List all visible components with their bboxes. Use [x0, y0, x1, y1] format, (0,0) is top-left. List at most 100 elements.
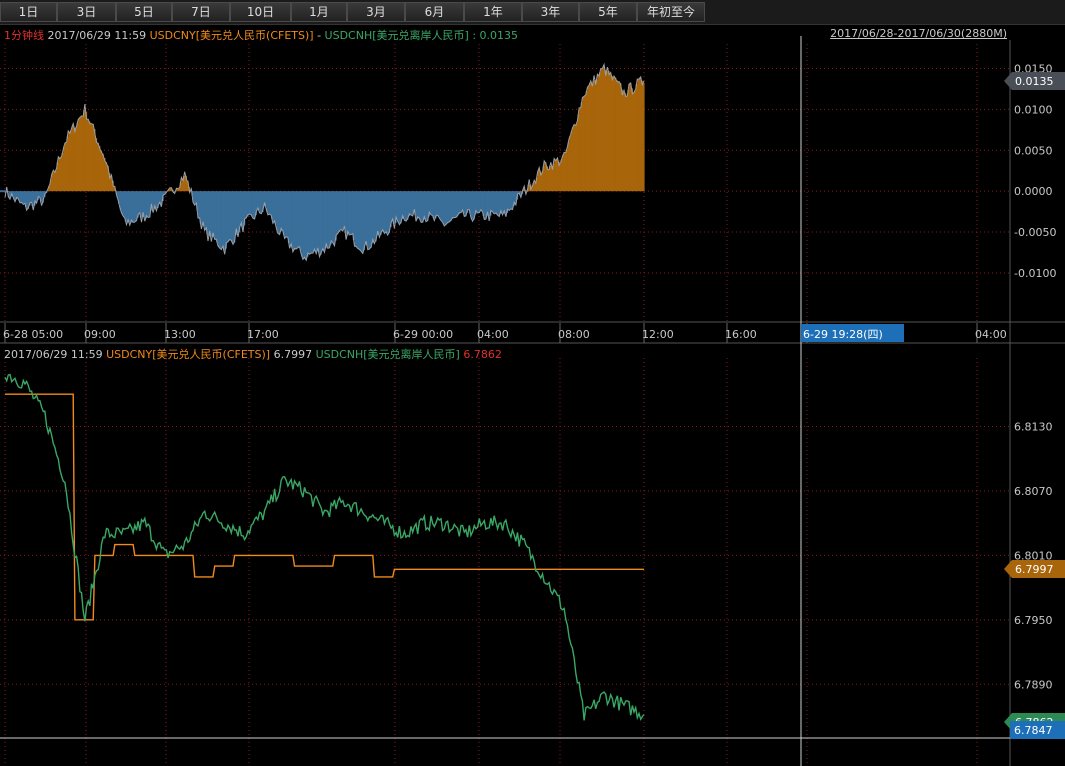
spread-bar-367 — [615, 80, 618, 192]
spread-bar-234 — [394, 191, 397, 223]
range-tab-5[interactable]: 1月 — [291, 2, 347, 22]
spread-bar-61 — [106, 165, 109, 192]
bottom-y-tick-2: 6.8010 — [1014, 549, 1053, 562]
spread-bar-303 — [509, 191, 512, 210]
range-tab-8[interactable]: 1年 — [464, 2, 522, 22]
spread-bar-154 — [261, 191, 264, 212]
spread-bar-46 — [81, 116, 84, 192]
spread-bar-158 — [267, 191, 271, 215]
spread-bar-19 — [36, 191, 39, 200]
spread-bar-24 — [44, 191, 48, 193]
bottom-y-tick-0: 6.8130 — [1014, 420, 1053, 433]
spread-bar-230 — [387, 191, 390, 234]
spread-bar-382 — [640, 80, 643, 192]
top-y-tick-2: 0.0050 — [1014, 144, 1053, 157]
spread-bar-182 — [307, 191, 311, 254]
spread-bar-255 — [429, 191, 432, 214]
spread-bar-278 — [467, 191, 470, 210]
spread-bar-36 — [64, 142, 68, 192]
spread-bar-242 — [407, 191, 410, 217]
spread-bar-312 — [524, 190, 527, 192]
spread-bar-332 — [557, 161, 560, 192]
spread-bar-7 — [16, 191, 19, 199]
spread-bar-125 — [213, 191, 216, 237]
spread-bar-118 — [201, 191, 204, 226]
time-tick-label-10: 04:00 — [975, 328, 1007, 341]
spread-bar-55 — [96, 142, 99, 192]
spread-bar-211 — [356, 191, 359, 248]
time-tick-label-0: 6-28 05:00 — [3, 328, 63, 341]
spread-bar-157 — [266, 191, 269, 213]
range-tab-10[interactable]: 5年 — [579, 2, 637, 22]
spread-bar-5 — [13, 191, 16, 200]
spread-bar-139 — [236, 191, 239, 233]
spread-bar-220 — [371, 191, 374, 244]
range-tab-2[interactable]: 5日 — [116, 2, 172, 22]
spread-bar-16 — [31, 191, 34, 207]
date-range-label[interactable]: 2017/06/28-2017/06/30(2880M) — [830, 27, 1007, 40]
spread-bar-307 — [515, 191, 519, 200]
spread-bar-79 — [136, 191, 139, 218]
spread-last-tag: 0.0135 — [1004, 72, 1065, 90]
spread-bar-346 — [580, 102, 584, 192]
range-tab-11[interactable]: 年初至今 — [637, 2, 705, 22]
spread-bar-191 — [322, 191, 326, 251]
range-tab-9[interactable]: 3年 — [522, 2, 579, 22]
spread-bar-88 — [151, 191, 154, 209]
spread-bar-198 — [334, 191, 337, 241]
spread-bar-38 — [68, 132, 71, 192]
spread-bar-365 — [612, 77, 615, 192]
spread-bar-128 — [218, 191, 221, 247]
range-tab-3[interactable]: 7日 — [172, 2, 230, 22]
range-tab-4[interactable]: 10日 — [230, 2, 291, 22]
spread-bar-378 — [634, 90, 637, 192]
range-tab-7[interactable]: 6月 — [405, 2, 464, 22]
spread-bar-372 — [624, 93, 627, 192]
time-tick-label-5: 04:00 — [477, 328, 509, 341]
spread-bar-270 — [454, 191, 457, 218]
spread-bar-233 — [392, 191, 395, 224]
range-tab-1[interactable]: 3日 — [57, 2, 116, 22]
spread-bar-67 — [116, 191, 119, 198]
spread-bar-124 — [211, 191, 214, 238]
spread-last-tag-text: 0.0135 — [1015, 75, 1054, 88]
bottom-y-tick-1: 6.8070 — [1014, 485, 1053, 498]
spread-bar-64 — [111, 180, 114, 192]
spread-line — [4, 62, 645, 262]
spread-bar-101 — [173, 191, 176, 193]
spread-bar-246 — [414, 191, 417, 216]
range-tab-6[interactable]: 3月 — [347, 2, 405, 22]
spread-bar-383 — [642, 82, 645, 192]
spread-bar-252 — [424, 191, 427, 220]
spread-bar-31 — [56, 162, 59, 192]
spread-bar-202 — [341, 191, 344, 231]
price-chart[interactable]: 6-28 05:00 09:00 13:00 17:00 6-29 00:00 04:00… — [0, 0, 1065, 766]
spread-bar-13 — [26, 191, 29, 210]
spread-bar-141 — [239, 191, 242, 226]
spread-bar-287 — [482, 191, 485, 216]
spread-bar-66 — [114, 190, 118, 192]
spread-bar-280 — [470, 191, 474, 220]
spread-bar-183 — [309, 191, 312, 254]
spread-bar-325 — [545, 166, 549, 192]
spread-bar-122 — [208, 191, 211, 236]
spread-bar-155 — [262, 191, 266, 207]
spread-bar-262 — [440, 191, 444, 222]
spread-bar-167 — [282, 191, 286, 235]
spread-bar-308 — [517, 191, 520, 194]
spread-bar-188 — [317, 191, 321, 253]
range-tab-0[interactable]: 1日 — [0, 2, 57, 22]
spread-bar-223 — [376, 191, 379, 236]
spread-bar-29 — [53, 171, 56, 192]
spread-bar-107 — [183, 176, 186, 192]
spread-bar-347 — [582, 96, 585, 192]
cursor-time-bg — [801, 324, 904, 342]
spread-bar-257 — [432, 191, 435, 219]
spread-bar-151 — [256, 191, 259, 210]
spread-bar-275 — [462, 191, 465, 214]
spread-bar-23 — [43, 191, 46, 197]
spread-bar-224 — [377, 191, 381, 235]
spread-bar-221 — [372, 191, 376, 242]
spread-bar-215 — [362, 191, 366, 251]
spread-bar-272 — [457, 191, 460, 215]
